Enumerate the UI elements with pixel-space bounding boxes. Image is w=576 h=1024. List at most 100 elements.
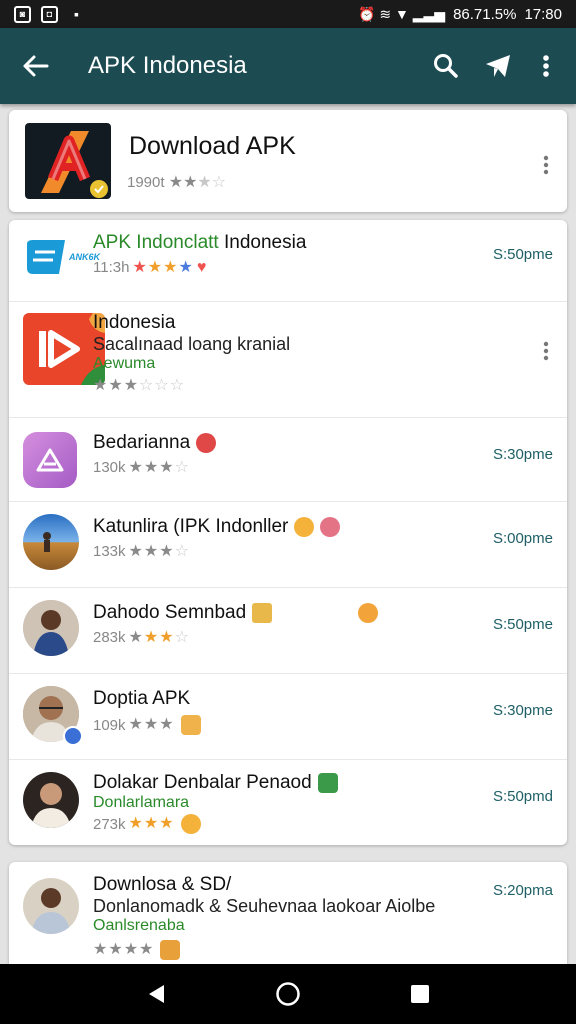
star-icon: ★ (128, 628, 143, 646)
list-item[interactable]: Katunlira (IPK Indonller 133k ★ ★ ★ ☆ S:00p… (9, 502, 567, 588)
list-item-rating: ★ ★ ★ ★ (93, 940, 551, 960)
star-icon: ★ (108, 377, 123, 394)
featured-app-meta: 1990t ★★★☆ (127, 174, 226, 191)
featured-app-card[interactable]: Download APK 1990t ★★★☆ (9, 110, 567, 212)
notification-icon-3: ▪ (74, 6, 79, 22)
back-arrow-icon (23, 55, 49, 77)
list-item-title: Bedarianna (93, 432, 477, 454)
star-icon: ★ (143, 815, 159, 832)
list-item-time: S:50pme (492, 616, 553, 633)
emoji-icon (358, 602, 379, 623)
list-item-title: Dahodo Semnbad (93, 602, 477, 624)
app-toolbar: APK Indonesia (0, 28, 576, 104)
nav-recents-button[interactable] (390, 964, 450, 1024)
list-item[interactable]: Doptia APK 109k ★ ★ ★ S:30pme (9, 674, 567, 760)
share-button[interactable] (472, 28, 524, 104)
emoji-icon (180, 814, 201, 834)
star-icon: ★ (197, 174, 212, 191)
list-item-time: S:30pme (492, 446, 553, 463)
list-item-time: S:50pme (492, 246, 553, 263)
star-icon: ★ (143, 628, 159, 646)
star-outline-icon: ☆ (174, 628, 189, 646)
purple-app-icon (23, 432, 77, 488)
clock-label: 17:80 (524, 5, 562, 23)
star-icon: ★ (159, 716, 174, 733)
search-button[interactable] (420, 28, 472, 104)
man-avatar (23, 772, 79, 828)
star-icon: ★ (128, 716, 143, 733)
featured-app-title: Download APK (129, 132, 296, 160)
star-icon: ★ (168, 174, 184, 191)
list-item-subtitle: Donlanomadk & Seuhevnaa laokoar Aiolbe (93, 896, 436, 916)
list-item-meta: 11:3h ★ ★ ★ ★ ♥ (93, 258, 207, 276)
app-list-card: ANK6K APK Indonclatt Indonesia 11:3h ★ ★ ★… (9, 220, 567, 845)
star-outline-icon: ☆ (154, 377, 169, 394)
star-outline-icon: ☆ (211, 174, 227, 191)
list-item[interactable]: ANK6K APK Indonclatt Indonesia 11:3h ★ ★ ★… (9, 220, 567, 302)
list-item-title: Indonesia (93, 312, 176, 333)
list-item-publisher: Oanlsrenaba (93, 917, 185, 934)
nav-home-button[interactable] (258, 964, 318, 1024)
featured-more-button[interactable] (535, 148, 557, 182)
star-icon: ★ (147, 258, 163, 276)
list-item-time: S:50pmd (492, 788, 553, 805)
emoji-icon (196, 432, 217, 453)
woman-avatar (23, 878, 79, 934)
list-item-rating: ★ ★ ★ ☆ ☆ ☆ (93, 378, 477, 394)
list-item-more-button[interactable] (535, 334, 557, 368)
nav-back-icon (149, 985, 164, 1003)
list-item[interactable]: Indonesia Sacalınaad loang kranial Aewum… (9, 302, 567, 418)
emoji-icon (320, 516, 341, 537)
nav-back-button[interactable] (126, 964, 186, 1024)
overflow-menu-button[interactable] (524, 28, 568, 104)
list-item-meta: 283k ★ ★ ★ ☆ (93, 628, 189, 646)
list-item[interactable]: Dahodo Semnbad 283k ★ ★ ★ ☆ S:50pme (9, 588, 567, 674)
list-item-title: Katunlira (IPK Indonller (93, 516, 477, 538)
list-item[interactable]: Bedarianna 130k ★ ★ ★ ☆ S:30pme (9, 418, 567, 502)
list-item-meta: 273k ★ ★ ★ (93, 814, 477, 834)
list-item-meta: 133k ★ ★ ★ ☆ (93, 542, 189, 560)
star-icon: ★ (139, 941, 154, 958)
list-item-time: S:20pma (492, 882, 553, 899)
star-icon: ★ (178, 258, 193, 276)
nav-home-icon (276, 982, 300, 1006)
verified-badge-icon (63, 726, 83, 746)
star-icon: ★ (108, 941, 123, 958)
star-icon: ★ (132, 258, 147, 276)
star-icon: ★ (163, 258, 178, 276)
star-icon: ★ (93, 941, 108, 958)
star-icon: ★ (183, 174, 198, 191)
verified-avatar (23, 686, 85, 748)
star-icon: ★ (93, 377, 108, 394)
featured-app-icon (25, 123, 111, 199)
more-vert-icon (543, 55, 549, 77)
search-icon (434, 54, 458, 78)
toolbar-title: APK Indonesia (88, 52, 247, 79)
star-icon: ★ (128, 815, 143, 832)
star-icon: ★ (143, 458, 159, 476)
star-outline-icon: ☆ (174, 458, 189, 476)
star-icon: ★ (143, 542, 159, 560)
back-button[interactable] (0, 28, 72, 104)
list-item-subtitle: Sacalınaad loang kranial (93, 334, 291, 354)
star-outline-icon: ☆ (169, 377, 185, 394)
more-vert-icon (543, 155, 549, 175)
star-icon: ★ (123, 377, 139, 394)
emoji-icon (180, 715, 201, 735)
status-bar: ◙ ◘ ▪ ⏰ ≋ ▼ ▂▃▅ 86.71.5% 17:80 (0, 0, 576, 28)
notification-icon-2: ◘ (41, 5, 58, 23)
more-vert-icon (543, 341, 549, 361)
emoji-icon (317, 772, 338, 793)
notification-icon-1: ◙ (14, 5, 31, 23)
battery-label: 86.71.5% (453, 5, 517, 23)
star-outline-icon: ☆ (139, 377, 154, 394)
list-item-title: Doptia APK (93, 688, 191, 709)
list-item[interactable]: Dolakar Denbalar Penaod Donlarlamara 273… (9, 760, 567, 845)
star-icon: ★ (123, 941, 139, 958)
send-icon (486, 55, 510, 77)
emoji-icon (294, 516, 315, 537)
list-item-publisher: Aewuma (93, 355, 156, 372)
list-item-publisher: Donlarlamara (93, 794, 190, 811)
list-item-meta: 130k ★ ★ ★ ☆ (93, 458, 189, 476)
star-icon: ★ (159, 458, 174, 476)
